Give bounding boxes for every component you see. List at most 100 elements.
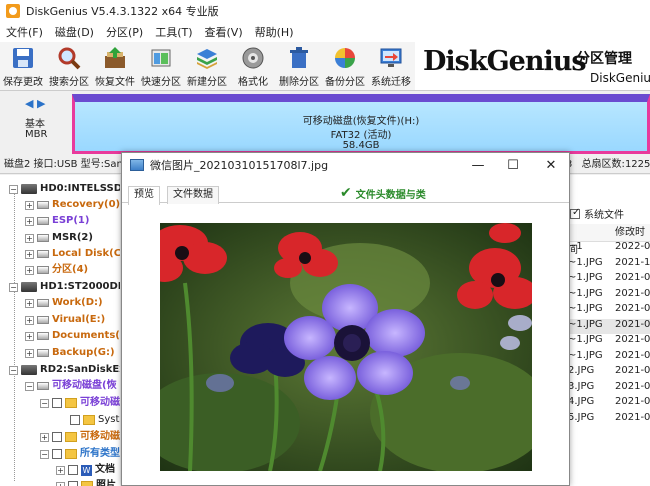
format-icon <box>240 45 266 71</box>
file-row[interactable]: ~1.JPG 2021-1 <box>568 257 650 272</box>
banner-slogan: 分区管理 <box>576 51 632 67</box>
file-name-cell: ~1 <box>568 241 583 252</box>
file-date-cell: 2021-0 <box>615 412 650 423</box>
tree-item-removable-2[interactable]: + 可移动磁 <box>40 429 120 445</box>
delete-partition-button[interactable]: 删除分区 <box>276 42 322 90</box>
recover-files-button[interactable]: 恢复文件 <box>92 42 138 90</box>
tree-item-rd2[interactable]: −RD2:SanDiskExt <box>9 362 120 378</box>
menu-tools[interactable]: 工具(T) <box>149 24 198 40</box>
image-preview <box>160 223 532 471</box>
tree-item-partition-4[interactable]: + 分区(4) <box>25 262 88 278</box>
partition-size: 58.4GB <box>342 140 380 151</box>
tree-item-hd1[interactable]: −HD1:ST2000DM0 <box>9 279 120 295</box>
tree-item-removable-1[interactable]: − 可移动磁 <box>40 395 120 411</box>
disk-icon <box>21 282 37 292</box>
file-name-cell: ~1.JPG <box>568 288 603 299</box>
title-bar: DiskGenius V5.4.3.1322 x64 专业版 <box>0 0 650 22</box>
tree-item-hd0[interactable]: −HD0:INTELSSDP <box>9 181 120 197</box>
file-row[interactable]: ~1.JPG 2021-0 <box>568 288 650 303</box>
tree-item-all-types[interactable]: − 所有类型 <box>40 446 120 462</box>
file-date-cell: 2021-0 <box>615 350 650 361</box>
word-icon: W <box>81 464 92 476</box>
file-row[interactable]: 4.JPG 2021-0 <box>568 396 650 411</box>
system-migrate-button[interactable]: 系统迁移 <box>368 42 414 90</box>
file-date-cell: 2021-0 <box>615 272 650 283</box>
tab-preview[interactable]: 预览 <box>128 186 160 205</box>
menu-bar: 文件(F) 磁盘(D) 分区(P) 工具(T) 查看(V) 帮助(H) <box>0 22 650 42</box>
column-header-modified[interactable]: 修改时间 <box>568 224 650 256</box>
menu-partition[interactable]: 分区(P) <box>100 24 149 40</box>
brand-banner: DiskGenius 分区管理 DiskGeniu <box>415 42 650 90</box>
menu-disk[interactable]: 磁盘(D) <box>49 24 100 40</box>
file-row[interactable]: ~1.JPG 2021-0 <box>568 303 650 318</box>
file-date-cell: 2021-1 <box>615 257 650 268</box>
file-row[interactable]: ~1.JPG 2021-0 <box>568 272 650 287</box>
checkbox <box>52 432 62 442</box>
file-name-cell: ~1.JPG <box>568 303 603 314</box>
file-row[interactable]: 3.JPG 2021-0 <box>568 381 650 396</box>
tree-item-documents[interactable]: + W 文档 <box>56 462 115 478</box>
file-row[interactable]: ~1 2022-0 <box>568 241 650 256</box>
tree-item-removable-recover[interactable]: − 可移动磁盘(恢 <box>25 378 117 394</box>
partition-icon <box>37 382 49 390</box>
file-row[interactable]: ~1.JPG 2021-0 <box>568 334 650 349</box>
tree-item-photos[interactable]: + 照片 <box>56 478 116 486</box>
file-name-cell: ~1.JPG <box>568 350 603 361</box>
file-date-cell: 2021-0 <box>615 319 650 330</box>
image-viewer-window: 微信图片_20210310151708l7.jpg — ☐ ✕ 预览 文件数据 … <box>121 152 570 486</box>
partition-icon <box>37 299 49 307</box>
system-files-filter[interactable]: ✓ 系统文件 <box>570 206 624 221</box>
new-partition-button[interactable]: 新建分区 <box>184 42 230 90</box>
tree-item-esp[interactable]: + ESP(1) <box>25 213 89 229</box>
file-row[interactable]: ~1.JPG 2021-0 <box>568 319 650 334</box>
file-date-cell: 2022-0 <box>615 241 650 252</box>
disk-tree: −HD0:INTELSSDP +Recovery(0) +ESP(1) +MSR… <box>0 175 120 486</box>
tree-item-virual-e[interactable]: + Virual(E:) <box>25 312 105 328</box>
file-row[interactable]: ~1.JPG 2021-0 <box>568 350 650 365</box>
tree-item-backup-g[interactable]: + Backup(G:) <box>25 345 115 361</box>
menu-view[interactable]: 查看(V) <box>199 24 249 40</box>
partition-icon <box>37 201 49 209</box>
checkbox <box>52 398 62 408</box>
tab-file-data[interactable]: 文件数据 <box>167 186 219 204</box>
folder-icon <box>65 398 77 408</box>
disk-partition-style: MBR <box>25 129 48 140</box>
disk-nav-arrows[interactable]: ◀ ▶ <box>25 97 45 110</box>
backup-partition-button[interactable]: 备份分区 <box>322 42 368 90</box>
file-date-cell: 2021-0 <box>615 303 650 314</box>
tree-item-msr[interactable]: + MSR(2) <box>25 230 93 246</box>
disk-info-text: 磁盘2 接口:USB 型号:San <box>4 159 123 170</box>
search-partition-button[interactable]: 搜索分区 <box>46 42 92 90</box>
banner-brand: DiskGeniu <box>590 71 650 85</box>
file-row[interactable]: 5.JPG 2021-0 <box>568 412 650 427</box>
folder-icon <box>81 481 93 486</box>
tree-item-local-disk-c[interactable]: + Local Disk(C: <box>25 246 120 262</box>
file-name-cell: ~1.JPG <box>568 272 603 283</box>
quick-partition-icon <box>148 45 174 71</box>
partition-fs: FAT32 (活动) <box>330 130 392 141</box>
file-row[interactable]: 2.JPG 2021-0 <box>568 365 650 380</box>
disk-map: ◀ ▶ 基本 MBR 可移动磁盘(恢复文件)(H:) FAT32 (活动) 58… <box>0 90 650 156</box>
folder-icon <box>65 449 77 459</box>
file-name-cell: 5.JPG <box>568 412 595 423</box>
menu-help[interactable]: 帮助(H) <box>249 24 300 40</box>
tree-item-syst[interactable]: Syst <box>70 412 119 428</box>
viewer-title-bar: 微信图片_20210310151708l7.jpg — ☐ ✕ <box>122 153 569 177</box>
file-check-status: ✔ 文件头数据与类 <box>340 185 426 201</box>
tree-item-recovery[interactable]: + Recovery(0) <box>25 197 120 213</box>
partition-icon <box>37 332 49 340</box>
menu-file[interactable]: 文件(F) <box>0 24 49 40</box>
tree-item-work-d[interactable]: + Work(D:) <box>25 295 103 311</box>
close-button[interactable]: ✕ <box>534 153 568 177</box>
partition-bar[interactable]: 可移动磁盘(恢复文件)(H:) FAT32 (活动) 58.4GB <box>72 94 650 154</box>
tree-item-documents-f[interactable]: + Documents(F <box>25 328 120 344</box>
format-button[interactable]: 格式化 <box>230 42 276 90</box>
quick-partition-button[interactable]: 快速分区 <box>138 42 184 90</box>
check-icon: ✔ <box>340 185 352 201</box>
delete-icon <box>286 45 312 71</box>
maximize-button[interactable]: ☐ <box>496 153 530 177</box>
partition-name: 可移动磁盘(恢复文件)(H:) <box>302 116 420 127</box>
save-changes-button[interactable]: 保存更改 <box>0 42 46 90</box>
file-name-cell: 3.JPG <box>568 381 595 392</box>
minimize-button[interactable]: — <box>461 153 495 177</box>
